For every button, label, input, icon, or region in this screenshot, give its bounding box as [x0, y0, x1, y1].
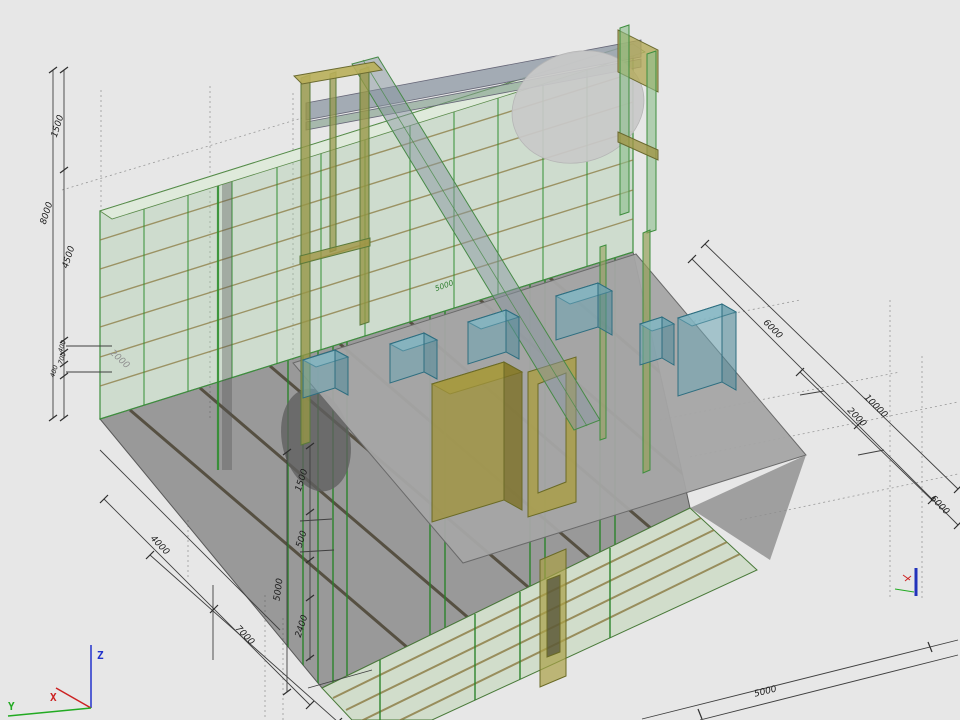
dim-label: 7000: [233, 624, 256, 648]
cad-viewport[interactable]: 1500 8000 4500 400 700 400 1500 500 5000…: [0, 0, 960, 720]
dim-label: 400: [48, 364, 59, 378]
dim-label: 400: [56, 339, 67, 353]
y-axis-label: Y: [8, 700, 15, 713]
dim-label: 6000: [761, 318, 784, 341]
teal-box[interactable]: [678, 304, 736, 396]
olive-lower-strip[interactable]: [540, 549, 566, 687]
x-axis-line: [56, 688, 91, 708]
x-axis-label: X: [50, 691, 57, 704]
dim-label: 6000: [928, 494, 951, 517]
y-axis-line: [8, 708, 91, 716]
ucs-marker: [895, 568, 916, 596]
model-canvas[interactable]: 1500 8000 4500 400 700 400 1500 500 5000…: [0, 0, 960, 720]
dim-label: 4500: [61, 245, 78, 270]
dim-label: 5000: [753, 684, 778, 699]
olive-core-box[interactable]: [432, 362, 522, 522]
dim-label: 10000: [862, 393, 890, 421]
axis-triad: Z X Y: [8, 645, 104, 716]
teal-box[interactable]: [640, 317, 674, 365]
z-axis-label: Z: [97, 649, 104, 662]
dim-label: 700: [56, 351, 67, 365]
